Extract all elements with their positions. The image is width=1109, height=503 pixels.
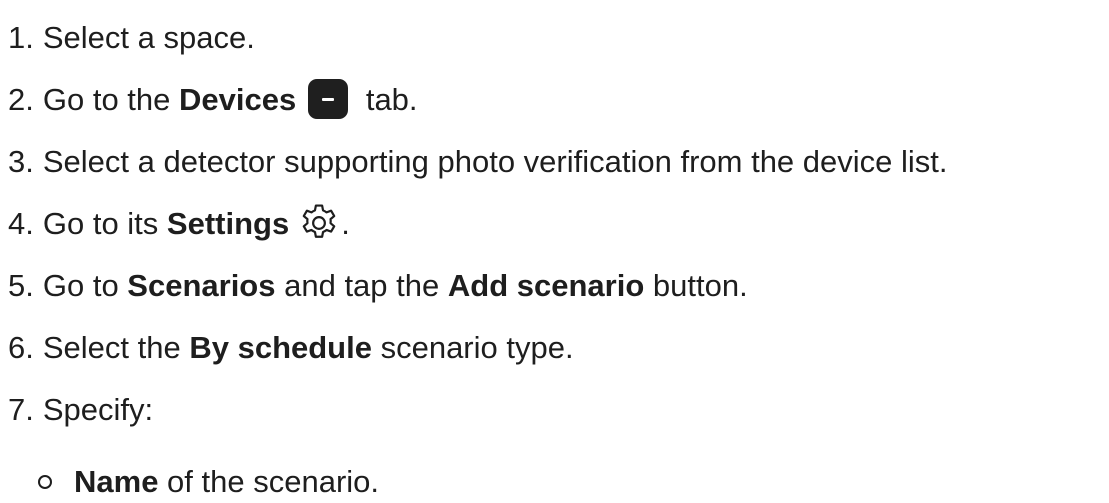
- step-6: 6. Select the By schedule scenario type.: [8, 316, 948, 378]
- step-text: Go to its: [42, 205, 167, 241]
- step-1: 1. Select a space.: [8, 6, 948, 68]
- step-text-end: tab.: [357, 81, 418, 117]
- devices-tab-icon: [308, 79, 349, 119]
- step-number: 6.: [8, 329, 34, 365]
- step-3: 3. Select a detector supporting photo ve…: [8, 130, 948, 192]
- step-number: 5.: [8, 267, 34, 303]
- step-text-end: .: [341, 205, 350, 241]
- step-number: 3.: [8, 143, 34, 179]
- step-2: 2. Go to the Devices tab.: [8, 68, 948, 130]
- step-number: 7.: [8, 391, 34, 427]
- step-text: Specify:: [42, 391, 154, 427]
- step-text-end: button.: [644, 267, 748, 303]
- settings-label: Settings: [166, 205, 290, 241]
- step-text: Select a detector supporting photo verif…: [42, 143, 948, 179]
- step-5: 5. Go to Scenarios and tap the Add scena…: [8, 254, 948, 316]
- step-4: 4. Go to its Settings .: [8, 192, 948, 254]
- add-scenario-label: Add scenario: [447, 267, 645, 303]
- step-text: Go to the: [42, 81, 179, 117]
- scenarios-label: Scenarios: [127, 267, 276, 303]
- bullet-icon: [38, 474, 52, 489]
- step-7: 7. Specify:: [8, 378, 948, 440]
- step-number: 1.: [8, 19, 34, 55]
- step-number: 4.: [8, 205, 34, 241]
- step-text-end: scenario type.: [371, 329, 574, 365]
- step-number: 2.: [8, 81, 34, 117]
- gear-icon: [302, 204, 336, 238]
- step-text-mid: and tap the: [275, 267, 448, 303]
- step-text: Select a space.: [42, 19, 255, 55]
- by-schedule-label: By schedule: [189, 329, 372, 365]
- step-text: Go to: [42, 267, 128, 303]
- devices-label: Devices: [179, 81, 297, 117]
- step-text: Select the: [42, 329, 190, 365]
- instruction-steps: 1. Select a space. 2. Go to the Devices …: [8, 6, 948, 440]
